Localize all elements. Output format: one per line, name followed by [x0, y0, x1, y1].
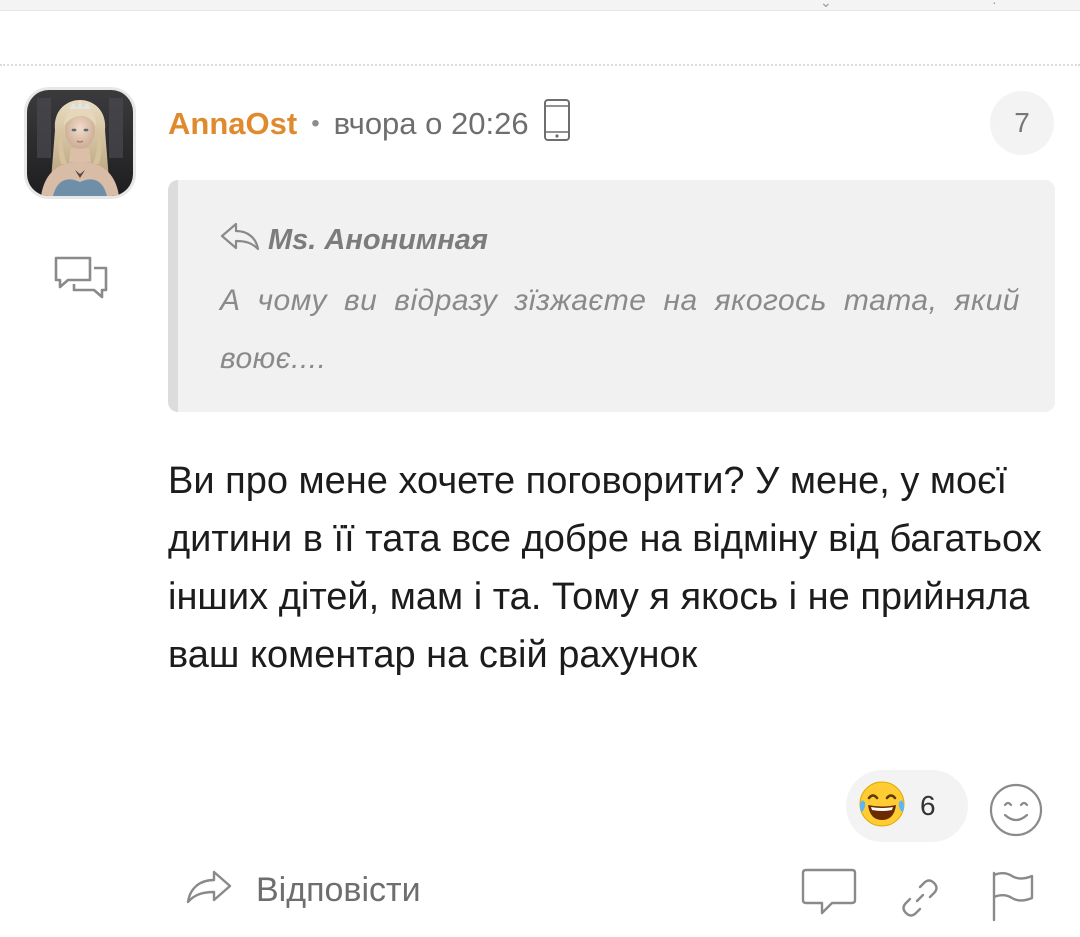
link-icon[interactable]	[898, 876, 942, 925]
comment-bubble-icon[interactable]	[800, 866, 858, 927]
quote-author: Ms. Анонимная	[218, 220, 488, 260]
reaction-count: 6	[920, 790, 936, 821]
author-name[interactable]: AnnaOst	[168, 106, 297, 142]
comment-header: AnnaOst • вчора о 20:26	[168, 99, 571, 146]
quoted-comment: Ms. Анонимная А чому ви відразу зїзжаєте…	[168, 180, 1055, 412]
reply-button[interactable]: Відповісти	[184, 868, 421, 913]
comment-body: Ви про мене хочете поговорити? У мене, у…	[168, 460, 1042, 676]
timestamp: вчора о 20:26	[333, 106, 529, 141]
previous-comment-edge: ⌄ ·	[0, 0, 1080, 11]
reply-label: Відповісти	[256, 871, 421, 909]
reply-count-badge[interactable]: 7	[990, 91, 1054, 155]
smartphone-icon	[543, 98, 571, 150]
comment-page: ⌄ · AnnaOst • вчора о 20:26 7 Ms. Аноним…	[0, 0, 1080, 937]
comment-divider	[0, 64, 1080, 66]
reply-arrow-icon	[218, 220, 262, 260]
quote-text: А чому ви відразу зїзжаєте на якогось та…	[220, 284, 1020, 375]
reaction-laughing[interactable]: 6	[846, 770, 968, 842]
avatar-image	[27, 90, 133, 196]
dot-icon: ·	[992, 0, 997, 10]
laughing-tears-icon	[856, 778, 908, 835]
comments-icon[interactable]	[52, 254, 110, 309]
reply-arrow-icon	[184, 868, 234, 913]
quote-author-name[interactable]: Ms. Анонимная	[268, 224, 488, 257]
chevron-down-icon: ⌄	[820, 0, 832, 10]
smiley-icon[interactable]	[988, 782, 1044, 843]
avatar[interactable]	[27, 90, 133, 196]
separator-dot: •	[311, 110, 320, 137]
flag-icon[interactable]	[990, 870, 1036, 927]
